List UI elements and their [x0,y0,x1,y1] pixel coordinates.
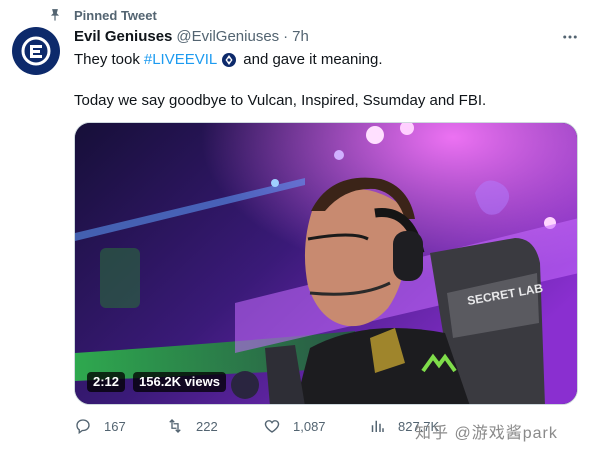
video-overlay: 2:12 156.2K views [87,372,226,392]
pin-icon [50,9,60,21]
hashflag-icon [222,53,237,67]
tweet-text-start: They took [74,51,140,68]
like-button[interactable]: 1,087 [263,417,326,435]
author-name[interactable]: Evil Geniuses [74,28,172,45]
more-horizontal-icon [563,35,577,39]
pinned-label: Pinned Tweet [74,7,157,23]
retweet-count: 222 [196,418,218,434]
video-views: 156.2K views [133,372,226,392]
reply-button[interactable]: 167 [74,417,126,435]
hashtag-link[interactable]: #LIVEEVIL [144,50,217,70]
reply-icon [76,419,90,435]
tweet-time[interactable]: 7h [292,28,309,45]
tweet-text-line1: They took #LIVEEVIL and gave it meaning. [74,50,383,70]
video-thumbnail: SECRET LAB [75,123,577,404]
tweet-text-line2: Today we say goodbye to Vulcan, Inspired… [74,92,487,109]
like-count: 1,087 [293,418,326,434]
video-player[interactable]: SECRET LAB 2:12 156.2K views [74,122,578,405]
tweet-header: Evil Geniuses @EvilGeniuses · 7h [74,28,309,45]
evil-geniuses-logo-icon [21,36,51,66]
more-options-button[interactable] [560,28,580,46]
watermark: 知乎 @游戏酱park [415,425,558,442]
pinned-tweet-row: Pinned Tweet [48,6,157,24]
tweet-text-end: and gave it meaning. [243,51,383,68]
retweet-icon [169,419,181,433]
retweet-button[interactable]: 222 [166,417,218,435]
video-duration: 2:12 [87,372,126,392]
author-handle[interactable]: @EvilGeniuses [176,28,279,45]
analytics-icon [371,420,384,432]
avatar[interactable] [12,27,60,75]
heart-icon [264,420,280,433]
separator-dot: · [283,28,289,45]
reply-count: 167 [104,418,126,434]
